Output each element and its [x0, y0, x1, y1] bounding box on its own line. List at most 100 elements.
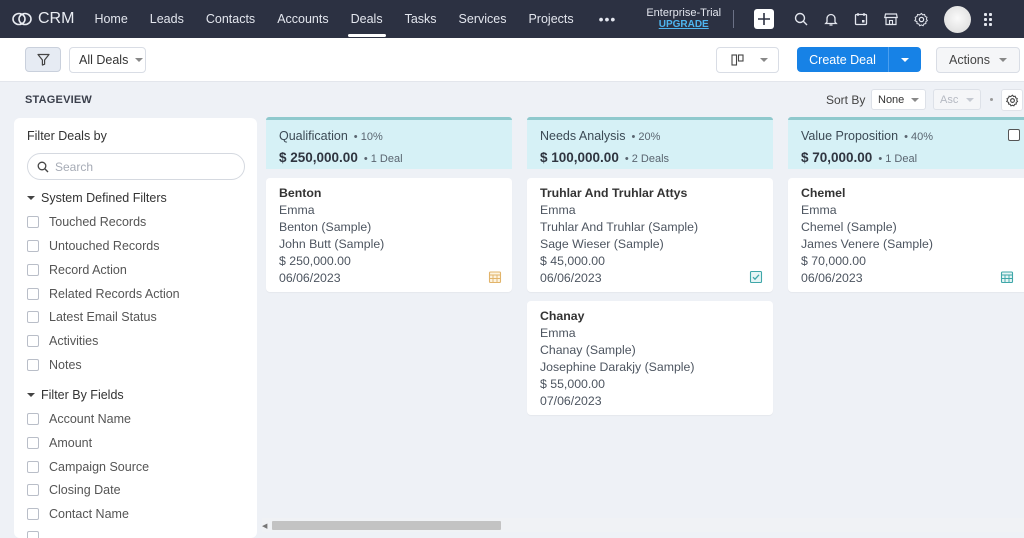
actions-button[interactable]: Actions — [936, 47, 1020, 73]
checkbox[interactable] — [27, 484, 39, 496]
create-deal-dropdown[interactable] — [889, 47, 921, 72]
trial-info: Enterprise-Trial UPGRADE — [646, 7, 721, 31]
filter-search-box[interactable] — [27, 153, 245, 180]
nav-more-button[interactable]: ••• — [599, 11, 617, 27]
deal-closing-date: 06/06/2023 — [540, 271, 602, 285]
create-deal-label[interactable]: Create Deal — [797, 47, 889, 72]
notifications-button[interactable] — [824, 12, 838, 27]
view-mode-selector[interactable] — [716, 47, 779, 73]
crm-logo-icon — [12, 12, 32, 26]
stage-select-checkbox[interactable] — [1008, 129, 1020, 141]
stage-header: Qualification • 10% $ 250,000.00 • 1 Deal — [266, 117, 512, 169]
calendar-icon[interactable] — [488, 270, 502, 284]
stage-probability: • 40% — [904, 131, 933, 143]
filter-amount[interactable]: Amount — [27, 436, 92, 450]
settings-button[interactable] — [914, 12, 929, 27]
quick-create-button[interactable] — [754, 9, 775, 29]
deal-closing-date: 07/06/2023 — [540, 394, 602, 408]
sort-order-select[interactable]: Asc — [933, 89, 981, 110]
deal-name[interactable]: Truhlar And Truhlar Attys — [540, 185, 760, 202]
field-filters-section-toggle[interactable]: Filter By Fields — [27, 388, 124, 402]
filter-latest-email-status[interactable]: Latest Email Status — [27, 310, 157, 324]
stageview-settings-button[interactable] — [1001, 89, 1023, 111]
checkbox[interactable] — [27, 288, 39, 300]
stage-column-needs-analysis: Needs Analysis • 20% $ 100,000.00 • 2 Deal… — [527, 117, 773, 415]
checkbox[interactable] — [27, 413, 39, 425]
calendar-icon[interactable] — [1000, 270, 1014, 284]
filter-activities[interactable]: Activities — [27, 334, 98, 348]
deal-name[interactable]: Benton — [279, 185, 499, 202]
deal-account: Chanay (Sample) — [540, 343, 636, 357]
checkbox[interactable] — [27, 461, 39, 473]
stage-column-value-proposition: Value Proposition • 40% $ 70,000.00 • 1 De… — [788, 117, 1024, 292]
checkbox[interactable] — [27, 437, 39, 449]
deal-card[interactable]: Truhlar And Truhlar Attys Emma Truhlar A… — [527, 178, 773, 292]
checkbox[interactable] — [27, 264, 39, 276]
nav-projects[interactable]: Projects — [517, 0, 584, 38]
nav-accounts[interactable]: Accounts — [266, 0, 339, 38]
filter-touched-records[interactable]: Touched Records — [27, 215, 146, 229]
stage-probability: • 20% — [631, 131, 661, 143]
deal-card[interactable]: Benton Emma Benton (Sample) John Butt (S… — [266, 178, 512, 292]
nav-leads[interactable]: Leads — [139, 0, 195, 38]
filter-search-input[interactable] — [55, 159, 225, 174]
nav-deals[interactable]: Deals — [340, 0, 394, 38]
deal-amount: $ 70,000.00 — [801, 254, 866, 268]
filter-related-records-action[interactable]: Related Records Action — [27, 287, 180, 301]
filter-account-name[interactable]: Account Name — [27, 412, 131, 426]
avatar[interactable] — [944, 5, 972, 33]
deal-account: Truhlar And Truhlar (Sample) — [540, 220, 699, 234]
checkbox[interactable] — [27, 335, 39, 347]
scrollbar-thumb[interactable] — [272, 521, 501, 530]
checkbox[interactable] — [27, 311, 39, 323]
scroll-left-arrow-icon[interactable]: ◀ — [262, 522, 267, 530]
filter-notes[interactable]: Notes — [27, 358, 82, 372]
checkbox[interactable] — [27, 508, 39, 520]
filter-icon — [36, 53, 50, 66]
stage-header: Needs Analysis • 20% $ 100,000.00 • 2 Deal… — [527, 117, 773, 169]
filter-campaign-source[interactable]: Campaign Source — [27, 460, 149, 474]
kanban-icon — [731, 54, 744, 66]
deal-name[interactable]: Chemel — [801, 185, 1021, 202]
crm-logo[interactable]: CRM — [12, 10, 74, 28]
sort-by-select[interactable]: None — [871, 89, 926, 110]
create-deal-button[interactable]: Create Deal — [797, 47, 921, 72]
deal-card[interactable]: Chemel Emma Chemel (Sample) James Venere… — [788, 178, 1024, 292]
filter-untouched-records[interactable]: Untouched Records — [27, 239, 159, 253]
upgrade-link[interactable]: UPGRADE — [659, 19, 709, 31]
filter-label: Contact Name — [49, 507, 129, 521]
stage-name: Needs Analysis — [540, 129, 626, 143]
view-selector[interactable]: All Deals — [69, 47, 146, 73]
checkbox[interactable] — [27, 531, 39, 538]
system-filters-section-toggle[interactable]: System Defined Filters — [27, 191, 167, 205]
deal-name[interactable]: Chanay — [540, 308, 760, 325]
horizontal-scrollbar[interactable]: ◀ — [262, 518, 1024, 532]
deal-owner: Emma — [540, 326, 576, 340]
checkbox[interactable] — [27, 240, 39, 252]
filter-label: Untouched Records — [49, 239, 160, 253]
caret-down-icon — [27, 196, 35, 200]
deal-card[interactable]: Chanay Emma Chanay (Sample) Josephine Da… — [527, 301, 773, 415]
nav-services[interactable]: Services — [448, 0, 518, 38]
filter-closing-date[interactable]: Closing Date — [27, 483, 121, 497]
nav-home[interactable]: Home — [83, 0, 138, 38]
deal-closing-date: 06/06/2023 — [279, 271, 341, 285]
apps-grid-icon[interactable] — [984, 12, 993, 26]
task-check-icon[interactable] — [749, 270, 763, 284]
nav-contacts[interactable]: Contacts — [195, 0, 266, 38]
stage-total-amount: $ 100,000.00 — [540, 150, 619, 165]
checkbox[interactable] — [27, 216, 39, 228]
gear-icon — [914, 12, 929, 26]
filter-toggle-button[interactable] — [25, 47, 61, 72]
calendar-button[interactable] — [854, 12, 868, 26]
filter-next-item-partial[interactable] — [27, 531, 49, 538]
search-button[interactable] — [794, 12, 808, 26]
deal-account: Chemel (Sample) — [801, 220, 897, 234]
nav-tasks[interactable]: Tasks — [394, 0, 448, 38]
marketplace-button[interactable] — [884, 12, 899, 26]
app-name: CRM — [38, 10, 75, 27]
stage-column-qualification: Qualification • 10% $ 250,000.00 • 1 Deal … — [266, 117, 512, 292]
filter-record-action[interactable]: Record Action — [27, 263, 127, 277]
checkbox[interactable] — [27, 359, 39, 371]
filter-contact-name[interactable]: Contact Name — [27, 507, 129, 521]
